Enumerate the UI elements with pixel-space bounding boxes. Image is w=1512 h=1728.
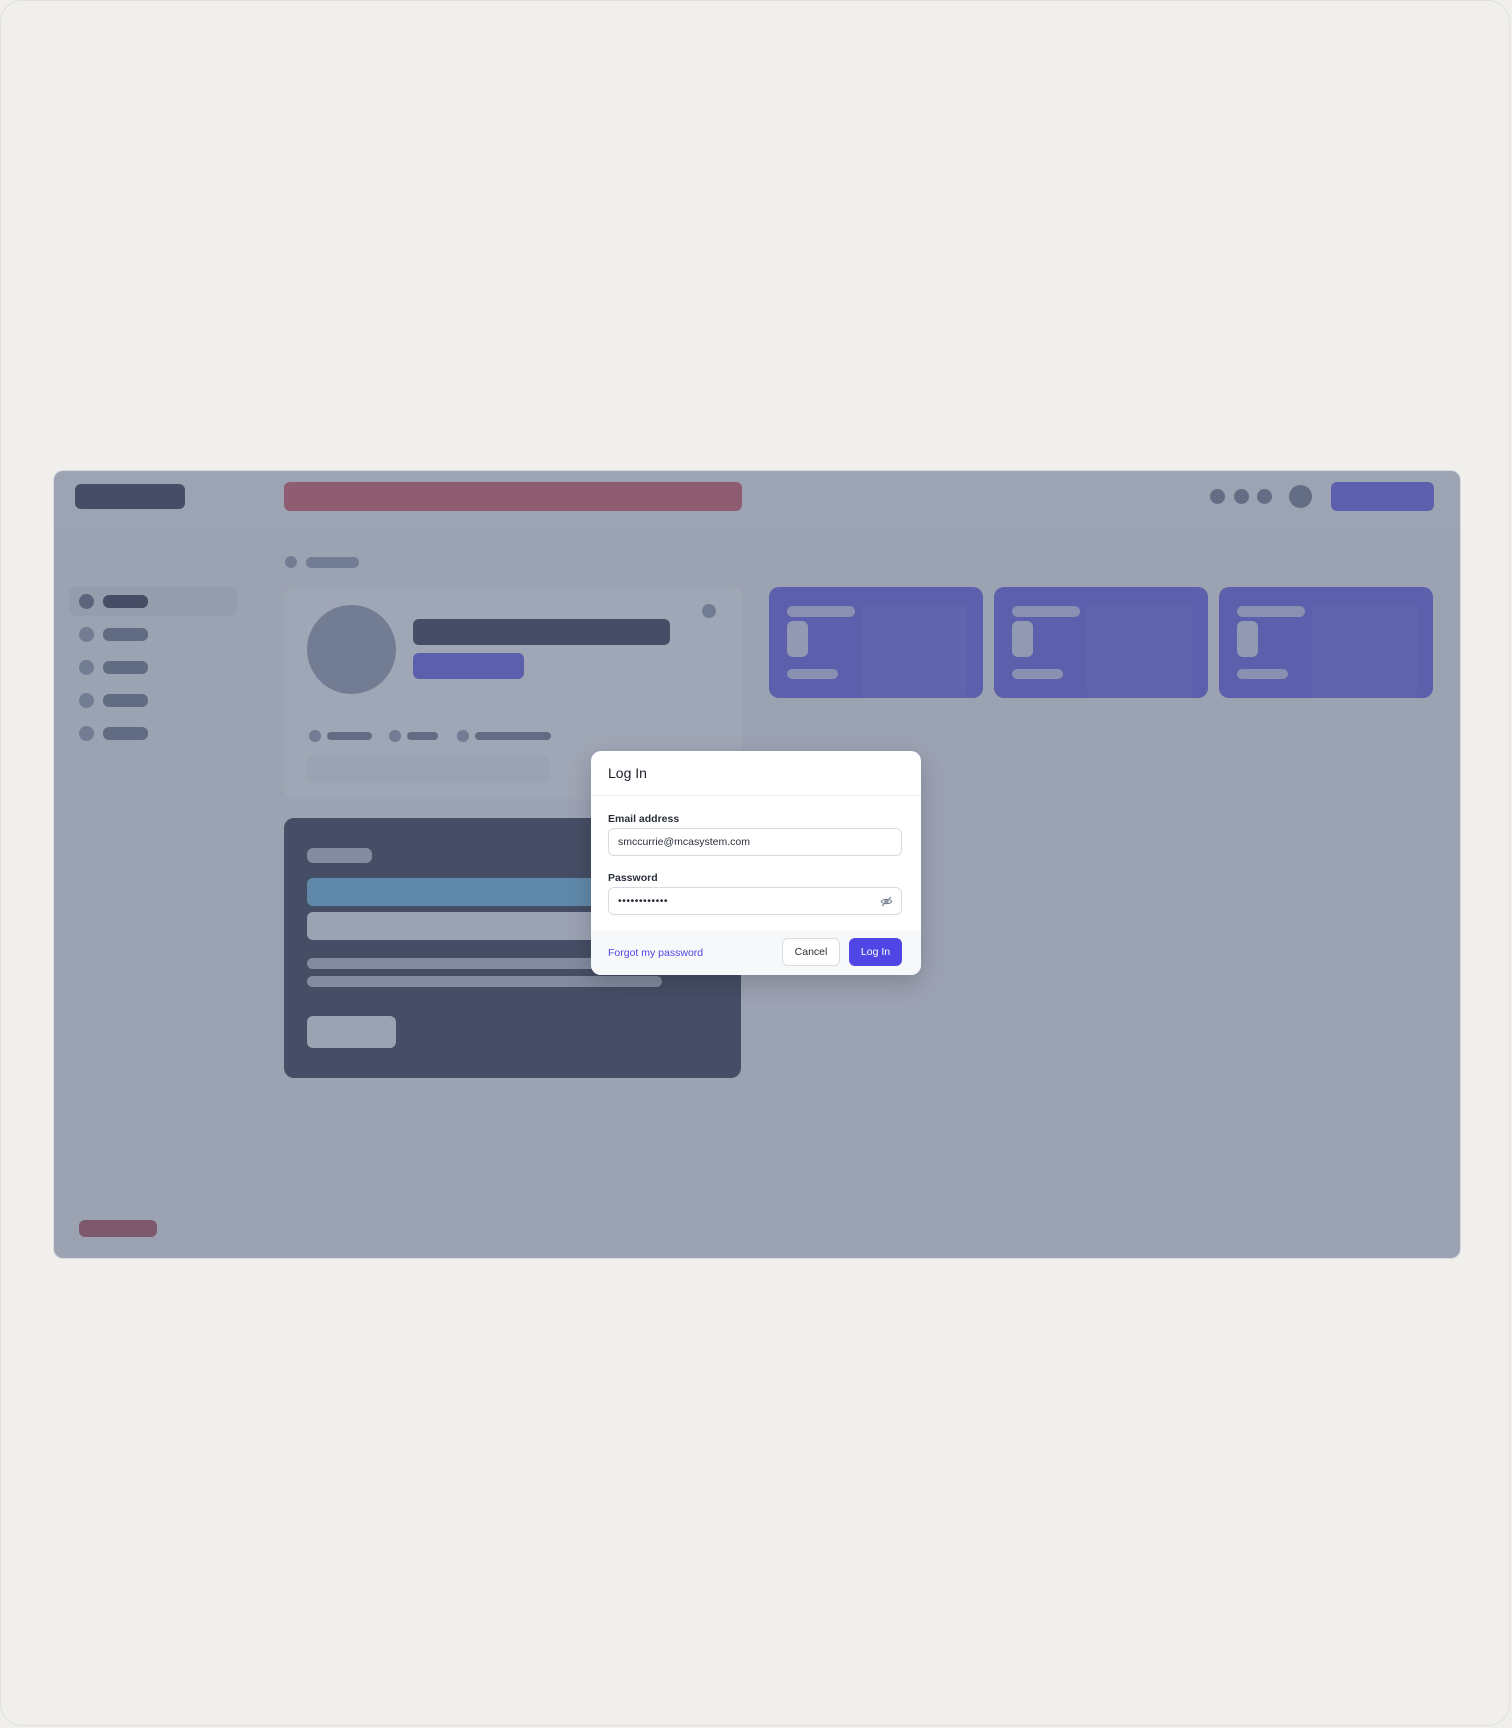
- dialog-header: Log In: [591, 751, 921, 796]
- password-value: ••••••••••••: [618, 895, 669, 907]
- log-in-button[interactable]: Log In: [849, 938, 902, 966]
- cancel-button[interactable]: Cancel: [782, 938, 840, 966]
- email-value: smccurrie@mcasystem.com: [618, 836, 751, 848]
- dialog-title: Log In: [608, 765, 647, 781]
- email-field[interactable]: smccurrie@mcasystem.com: [608, 828, 902, 856]
- login-dialog: Log In Email address smccurrie@mcasystem…: [591, 751, 921, 975]
- email-label: Email address: [608, 813, 680, 825]
- password-label: Password: [608, 872, 658, 884]
- password-field[interactable]: ••••••••••••: [608, 887, 902, 915]
- eye-off-icon[interactable]: [880, 895, 893, 908]
- forgot-password-link[interactable]: Forgot my password: [608, 947, 703, 959]
- dialog-footer: Forgot my password Cancel Log In: [591, 931, 921, 975]
